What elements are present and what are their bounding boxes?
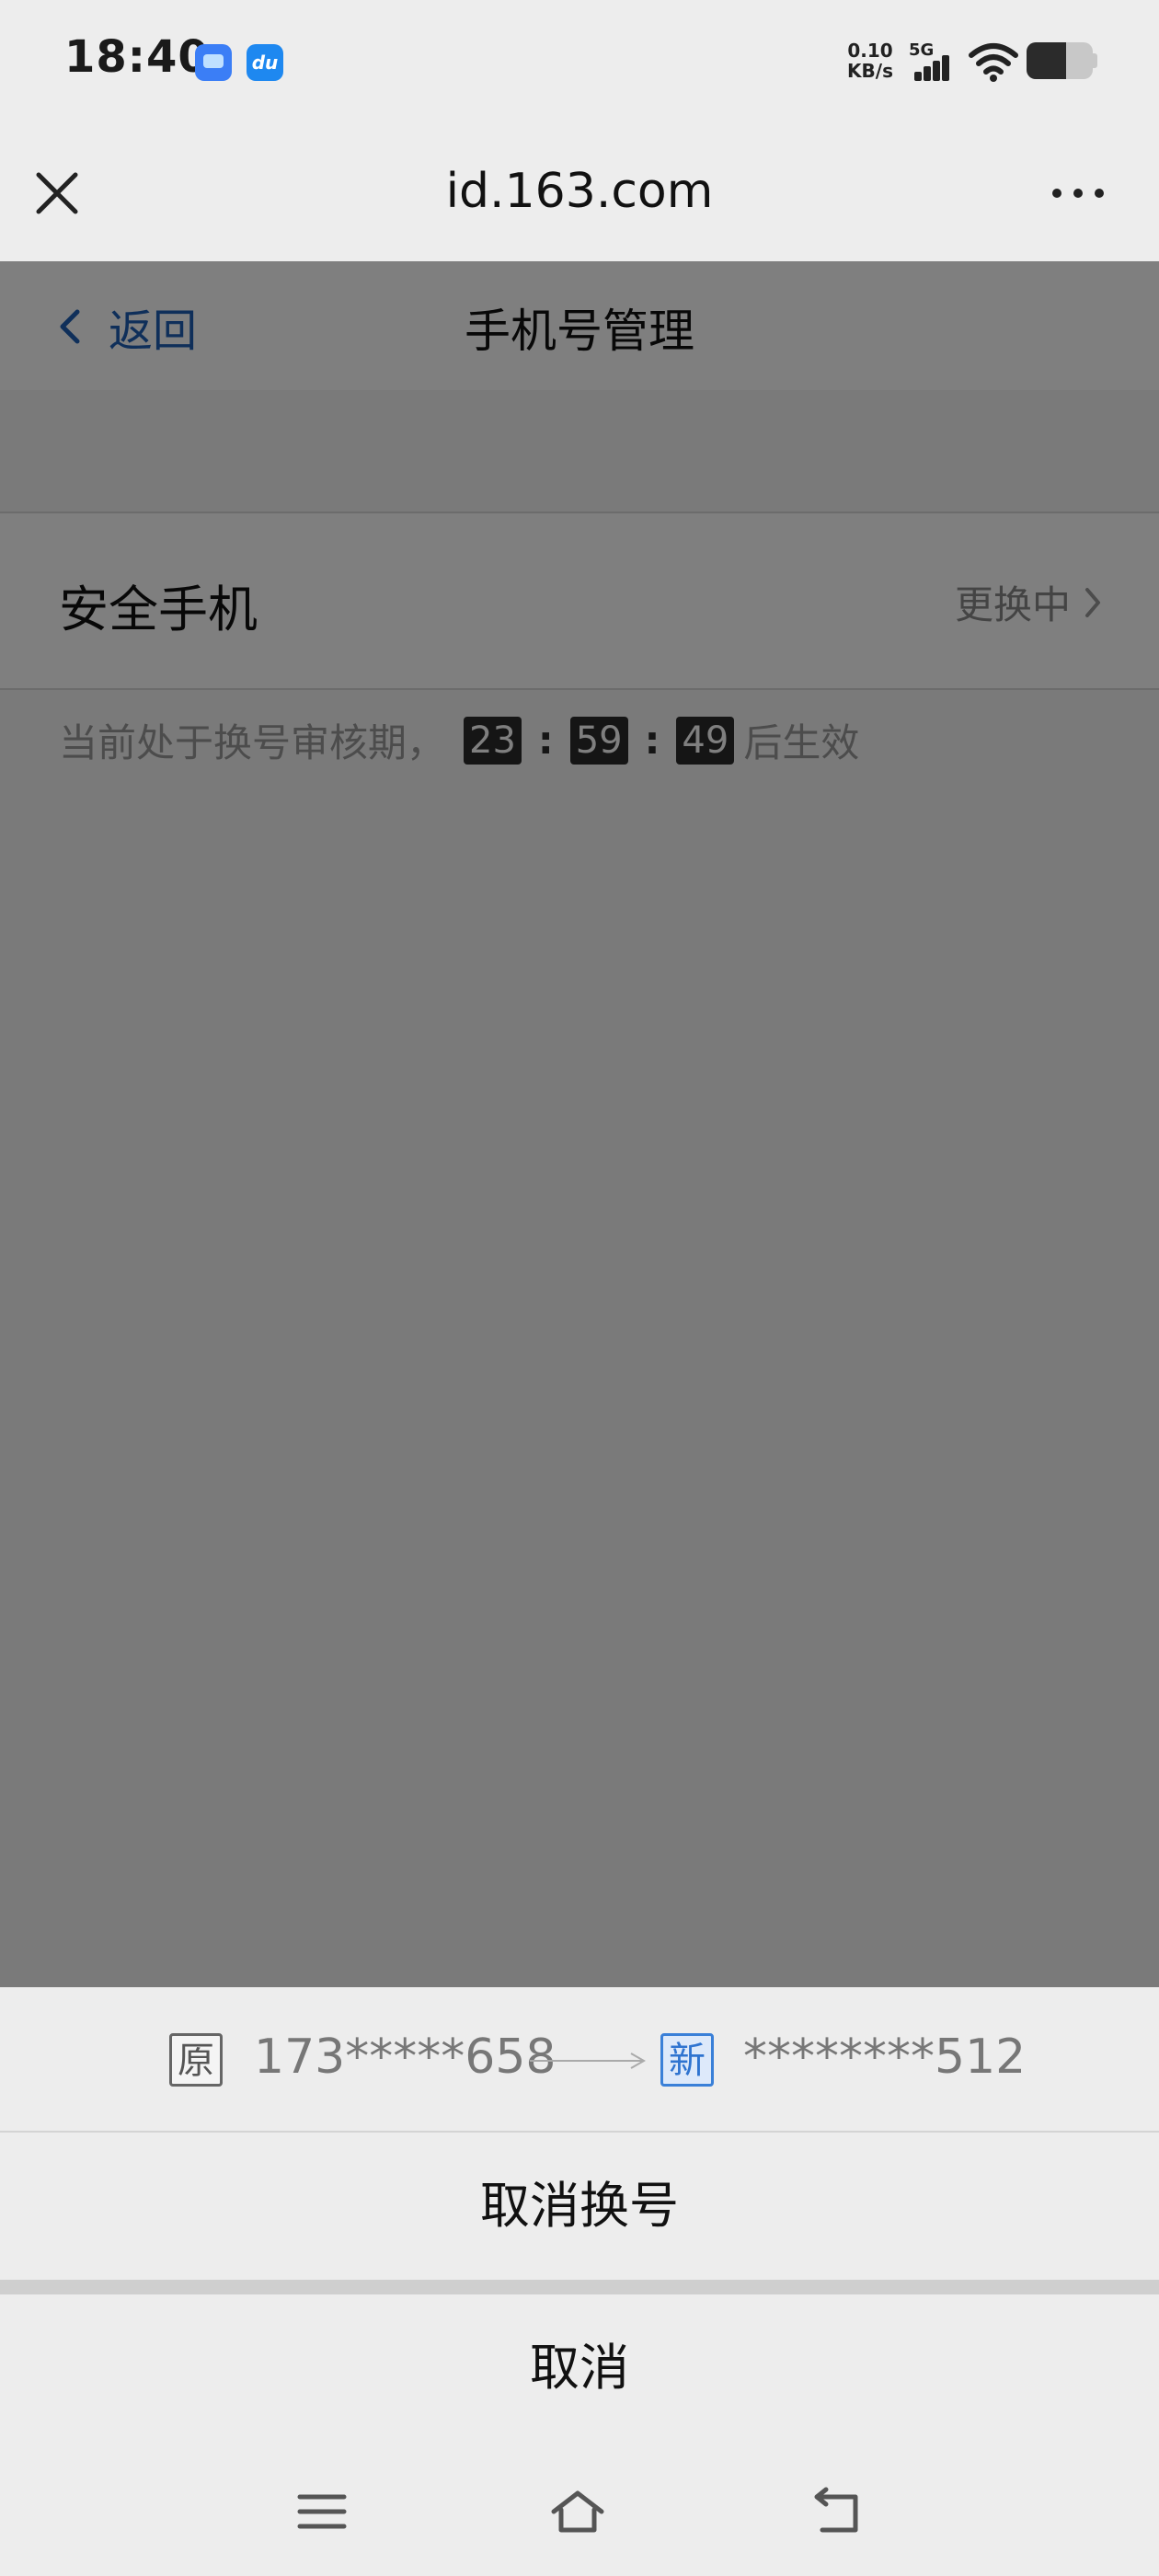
- wifi-icon: [969, 43, 1018, 82]
- sheet-divider: [0, 2280, 1159, 2294]
- page-url: id.163.com: [445, 164, 714, 219]
- new-number-badge: 新: [660, 2033, 714, 2087]
- battery-tip: [1093, 53, 1097, 68]
- browser-header: id.163.com: [0, 129, 1159, 261]
- system-nav-bar: [0, 2447, 1159, 2576]
- signal-strength-icon: [912, 55, 951, 81]
- network-speed-value: 0.10: [847, 40, 893, 62]
- status-bar: 18:40 du 0.10 KB/s 5G: [0, 0, 1159, 129]
- battery-level-fill: [1027, 42, 1067, 79]
- home-icon[interactable]: [548, 2484, 607, 2539]
- arrow-right-icon: [530, 2053, 647, 2069]
- du-app-icon: du: [247, 44, 283, 81]
- modal-backdrop[interactable]: [0, 261, 1159, 1987]
- number-change-info: 原 173*****658 新 ********512: [0, 1987, 1159, 2133]
- network-speed: 0.10 KB/s: [843, 40, 898, 81]
- more-dots-icon[interactable]: [1049, 173, 1107, 213]
- old-number: 173*****658: [254, 2030, 557, 2085]
- messenger-icon: [195, 44, 232, 81]
- old-number-badge: 原: [169, 2033, 223, 2087]
- cancel-button[interactable]: 取消: [0, 2294, 1159, 2442]
- network-speed-unit: KB/s: [847, 60, 893, 82]
- new-number: ********512: [743, 2030, 1027, 2085]
- menu-icon[interactable]: [293, 2484, 351, 2539]
- status-time: 18:40: [64, 31, 210, 83]
- back-icon[interactable]: [809, 2484, 868, 2539]
- battery-icon: [1027, 42, 1093, 79]
- cancel-number-change-button[interactable]: 取消换号: [0, 2133, 1159, 2280]
